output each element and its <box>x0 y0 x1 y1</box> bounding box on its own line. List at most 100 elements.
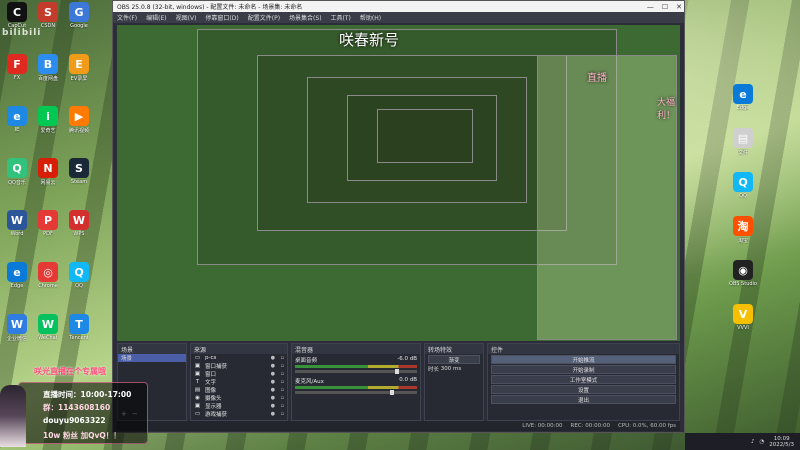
network-icon[interactable]: ◔ <box>759 439 764 445</box>
eye-icon[interactable]: ● <box>271 411 275 417</box>
source-item[interactable]: ◉ 摄像头 ● ▫ <box>191 394 287 402</box>
menu-item[interactable]: 帮助(H) <box>360 13 381 22</box>
volume-slider-knob[interactable] <box>390 390 395 395</box>
tray-date: 2022/5/3 <box>769 441 794 448</box>
lock-icon[interactable]: ▫ <box>281 411 284 417</box>
menu-item[interactable]: 编辑(E) <box>146 13 166 22</box>
overlay-douyin: douyu9063322 <box>43 416 106 425</box>
eye-icon[interactable]: ● <box>271 363 275 369</box>
desktop-icon-label: 爱奇艺 <box>40 128 56 134</box>
source-item[interactable]: ▤ 图像 ● ▫ <box>191 386 287 394</box>
eye-icon[interactable]: ● <box>271 371 275 377</box>
desktop-icon[interactable]: e IE <box>2 106 32 140</box>
lock-icon[interactable]: ▫ <box>281 363 284 369</box>
eye-icon[interactable]: ● <box>271 379 275 385</box>
lock-icon[interactable]: ▫ <box>281 355 284 361</box>
source-item[interactable]: T 文字 ● ▫ <box>191 378 287 386</box>
desktop-icon[interactable]: e Edge <box>728 84 758 118</box>
lock-icon[interactable]: ▫ <box>281 371 284 377</box>
desktop-icon[interactable]: S CSDN <box>33 2 63 36</box>
obs-docks: 场景 场景 +− 来源 ▭p-cs●▫▣窗口捕获●▫▣窗口●▫T文字●▫▤图像●… <box>117 343 680 421</box>
desktop-icon[interactable]: V VVVI <box>728 304 758 338</box>
volume-icon[interactable]: ♪ <box>751 439 755 445</box>
source-item[interactable]: ▭ p-cs ● ▫ <box>191 354 287 362</box>
tray-clock[interactable]: 10:09 2022/5/3 <box>769 436 794 448</box>
eye-icon[interactable]: ● <box>271 395 275 401</box>
mixer-channel-name: 桌面音频 <box>295 358 318 364</box>
control-button[interactable]: 退出 <box>491 395 676 404</box>
app-icon: T <box>69 314 89 334</box>
app-icon: W <box>7 210 27 230</box>
source-item[interactable]: ▣ 显示器 ● ▫ <box>191 402 287 410</box>
desktop-icon[interactable]: W Word <box>2 210 32 244</box>
scene-item[interactable]: 场景 <box>118 354 186 362</box>
lock-icon[interactable]: ▫ <box>281 395 284 401</box>
desktop-icon[interactable]: ▤ 文件 <box>728 128 758 162</box>
desktop-icon[interactable]: G Google <box>64 2 94 36</box>
obs-preview[interactable]: 咲春新号 直播 大福利！ <box>117 25 680 341</box>
volume-slider[interactable] <box>295 390 417 395</box>
desktop-icon-label: 百度网盘 <box>37 76 58 82</box>
app-icon: G <box>69 2 89 22</box>
control-button[interactable]: 开始录制 <box>491 365 676 374</box>
source-item[interactable]: ▭ 游戏捕获 ● ▫ <box>191 410 287 418</box>
obs-window[interactable]: OBS 25.0.8 (32-bit, windows) - 配置文件: 未命名… <box>112 0 685 433</box>
overlay-fans: 10w 粉丝 加QvQ！！ <box>43 431 121 440</box>
menu-item[interactable]: 视图(V) <box>176 13 197 22</box>
menu-item[interactable]: 场景集合(S) <box>289 13 322 22</box>
maximize-icon[interactable]: ☐ <box>662 3 668 11</box>
volume-slider[interactable] <box>295 369 417 374</box>
desktop-icon[interactable]: ▶ 腾讯视频 <box>64 106 94 140</box>
duration-input[interactable]: 300 ms <box>441 366 461 372</box>
minimize-icon[interactable]: — <box>647 3 654 11</box>
desktop-icon[interactable]: F FX <box>2 54 32 88</box>
obs-title-bar[interactable]: OBS 25.0.8 (32-bit, windows) - 配置文件: 未命名… <box>113 1 684 12</box>
control-button[interactable]: 设置 <box>491 385 676 394</box>
source-type-icon: T <box>195 379 200 385</box>
live-status: LIVE: 00:00:00 <box>522 423 563 429</box>
desktop-icon[interactable]: Q QQ <box>64 262 94 296</box>
control-button[interactable]: 开始推流 <box>491 355 676 364</box>
eye-icon[interactable]: ● <box>271 403 275 409</box>
eye-icon[interactable]: ● <box>271 355 275 361</box>
transition-select[interactable]: 渐变 <box>428 355 480 364</box>
desktop-icon[interactable]: W WPS <box>64 210 94 244</box>
control-button[interactable]: 工作室模式 <box>491 375 676 384</box>
taskbar <box>112 433 685 450</box>
desktop-icon-label: Steam <box>70 179 88 185</box>
lock-icon[interactable]: ▫ <box>281 387 284 393</box>
mixer-channel-header: 桌面音频 -6.0 dB <box>295 356 417 364</box>
system-tray: ♪ ◔ 10:09 2022/5/3 <box>685 433 800 450</box>
desktop-icon[interactable]: W 企业微信 <box>2 314 32 348</box>
desktop-icon[interactable]: C CapCut <box>2 2 32 36</box>
lock-icon[interactable]: ▫ <box>281 379 284 385</box>
desktop-icon[interactable]: Q QQ <box>728 172 758 206</box>
menu-item[interactable]: 工具(T) <box>331 13 351 22</box>
source-item[interactable]: ▣ 窗口捕获 ● ▫ <box>191 362 287 370</box>
desktop-icon[interactable]: ◎ Chrome <box>33 262 63 296</box>
desktop-icon[interactable]: B 百度网盘 <box>33 54 63 88</box>
desktop-icon[interactable]: i 爱奇艺 <box>33 106 63 140</box>
desktop-icon-label: OBS Studio <box>729 281 757 287</box>
desktop-icon[interactable]: e Edge <box>2 262 32 296</box>
close-icon[interactable]: ✕ <box>676 3 682 11</box>
desktop-icon[interactable]: Q QQ音乐 <box>2 158 32 192</box>
desktop-icon[interactable]: P PDF <box>33 210 63 244</box>
eye-icon[interactable]: ● <box>271 387 275 393</box>
desktop-icon[interactable]: T Tencent <box>64 314 94 348</box>
lock-icon[interactable]: ▫ <box>281 403 284 409</box>
app-icon: e <box>7 262 27 282</box>
mixer-channel: 桌面音频 -6.0 dB <box>292 354 420 375</box>
volume-slider-knob[interactable] <box>395 369 400 374</box>
menu-item[interactable]: 配置文件(P) <box>248 13 280 22</box>
menu-item[interactable]: 文件(F) <box>117 13 137 22</box>
desktop-icon[interactable]: E EV录屏 <box>64 54 94 88</box>
desktop-icon[interactable]: W WeChat <box>33 314 63 348</box>
desktop-icon[interactable]: 淘淘宝 <box>728 216 758 250</box>
source-item[interactable]: ▣ 窗口 ● ▫ <box>191 370 287 378</box>
overlay-qq: 群：1143608160 <box>43 403 111 412</box>
desktop-icon[interactable]: S Steam <box>64 158 94 192</box>
desktop-icon[interactable]: N 网易云 <box>33 158 63 192</box>
menu-item[interactable]: 停靠窗口(D) <box>205 13 238 22</box>
desktop-icon[interactable]: ◉ OBS Studio <box>728 260 758 294</box>
